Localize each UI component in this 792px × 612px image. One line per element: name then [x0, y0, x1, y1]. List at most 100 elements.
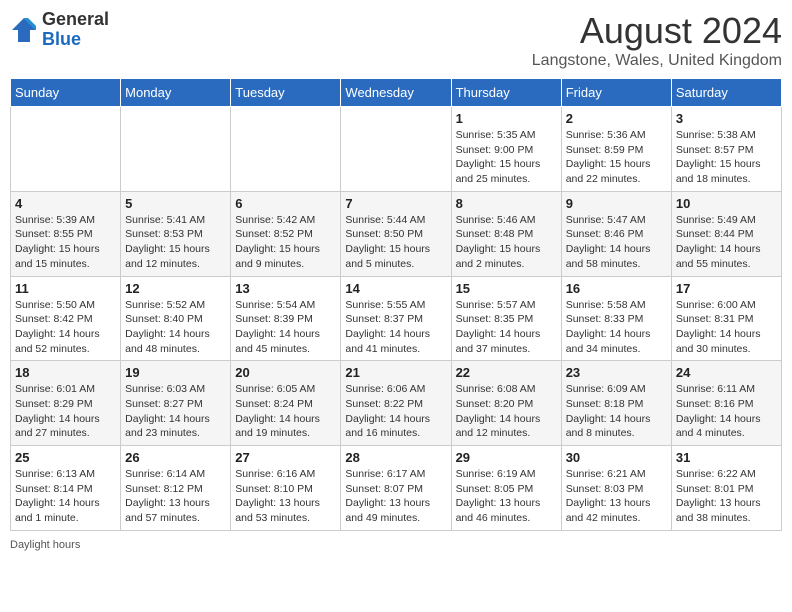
title-area: August 2024 Langstone, Wales, United Kin… — [532, 10, 782, 70]
calendar-cell-empty-0-1 — [121, 107, 231, 192]
week-row-0: 1 Sunrise: 5:35 AM Sunset: 9:00 PM Daylig… — [11, 107, 782, 192]
day-info-16: Sunrise: 5:58 AM Sunset: 8:33 PM Dayligh… — [566, 298, 667, 357]
day-info-15: Sunrise: 5:57 AM Sunset: 8:35 PM Dayligh… — [456, 298, 557, 357]
day-number-5: 5 — [125, 196, 226, 211]
day-info-6: Sunrise: 5:42 AM Sunset: 8:52 PM Dayligh… — [235, 213, 336, 272]
logo-general-text: General — [42, 9, 109, 29]
logo: General Blue — [10, 10, 109, 50]
day-number-23: 23 — [566, 365, 667, 380]
day-number-10: 10 — [676, 196, 777, 211]
day-info-11: Sunrise: 5:50 AM Sunset: 8:42 PM Dayligh… — [15, 298, 116, 357]
calendar-cell-20: 20 Sunrise: 6:05 AM Sunset: 8:24 PM Dayli… — [231, 361, 341, 446]
day-number-2: 2 — [566, 111, 667, 126]
weekday-header-saturday: Saturday — [671, 79, 781, 107]
calendar-cell-4: 4Sunrise: 5:39 AM Sunset: 8:55 PM Daylig… — [11, 191, 121, 276]
day-info-25: Sunrise: 6:13 AM Sunset: 8:14 PM Dayligh… — [15, 467, 116, 526]
day-number-25: 25 — [15, 450, 116, 465]
calendar-cell-1: 1 Sunrise: 5:35 AM Sunset: 9:00 PM Daylig… — [451, 107, 561, 192]
day-number-17: 17 — [676, 281, 777, 296]
calendar-cell-31: 31Sunrise: 6:22 AM Sunset: 8:01 PM Dayli… — [671, 446, 781, 531]
main-title: August 2024 — [532, 10, 782, 52]
day-info-2: Sunrise: 5:36 AM Sunset: 8:59 PM Dayligh… — [566, 128, 667, 187]
header: General Blue August 2024 Langstone, Wale… — [10, 10, 782, 70]
day-number-18: 18 — [15, 365, 116, 380]
weekday-header-row: SundayMondayTuesdayWednesdayThursdayFrid… — [11, 79, 782, 107]
calendar-cell-9: 9Sunrise: 5:47 AM Sunset: 8:46 PM Daylig… — [561, 191, 671, 276]
calendar-cell-19: 19Sunrise: 6:03 AM Sunset: 8:27 PM Dayli… — [121, 361, 231, 446]
calendar-cell-15: 15 Sunrise: 5:57 AM Sunset: 8:35 PM Dayli… — [451, 276, 561, 361]
calendar-cell-30: 30Sunrise: 6:21 AM Sunset: 8:03 PM Dayli… — [561, 446, 671, 531]
day-number-20: 20 — [235, 365, 336, 380]
daylight-label: Daylight hours — [10, 539, 80, 551]
calendar-cell-3: 3Sunrise: 5:38 AM Sunset: 8:57 PM Daylig… — [671, 107, 781, 192]
calendar-cell-13: 13 Sunrise: 5:54 AM Sunset: 8:39 PM Dayli… — [231, 276, 341, 361]
day-number-1: 1 — [456, 111, 557, 126]
day-info-13: Sunrise: 5:54 AM Sunset: 8:39 PM Dayligh… — [235, 298, 336, 357]
weekday-header-tuesday: Tuesday — [231, 79, 341, 107]
weekday-header-friday: Friday — [561, 79, 671, 107]
day-number-11: 11 — [15, 281, 116, 296]
calendar-cell-26: 26Sunrise: 6:14 AM Sunset: 8:12 PM Dayli… — [121, 446, 231, 531]
day-number-7: 7 — [345, 196, 446, 211]
logo-icon — [10, 16, 38, 44]
day-number-4: 4 — [15, 196, 116, 211]
day-number-13: 13 — [235, 281, 336, 296]
day-number-8: 8 — [456, 196, 557, 211]
calendar-cell-27: 27 Sunrise: 6:16 AM Sunset: 8:10 PM Dayli… — [231, 446, 341, 531]
day-info-5: Sunrise: 5:41 AM Sunset: 8:53 PM Dayligh… — [125, 213, 226, 272]
calendar-cell-2: 2 Sunrise: 5:36 AM Sunset: 8:59 PM Daylig… — [561, 107, 671, 192]
day-info-30: Sunrise: 6:21 AM Sunset: 8:03 PM Dayligh… — [566, 467, 667, 526]
day-number-22: 22 — [456, 365, 557, 380]
weekday-header-monday: Monday — [121, 79, 231, 107]
calendar-cell-21: 21 Sunrise: 6:06 AM Sunset: 8:22 PM Dayli… — [341, 361, 451, 446]
day-info-27: Sunrise: 6:16 AM Sunset: 8:10 PM Dayligh… — [235, 467, 336, 526]
calendar-cell-12: 12 Sunrise: 5:52 AM Sunset: 8:40 PM Dayli… — [121, 276, 231, 361]
day-info-12: Sunrise: 5:52 AM Sunset: 8:40 PM Dayligh… — [125, 298, 226, 357]
day-number-26: 26 — [125, 450, 226, 465]
weekday-header-sunday: Sunday — [11, 79, 121, 107]
calendar-cell-22: 22 Sunrise: 6:08 AM Sunset: 8:20 PM Dayli… — [451, 361, 561, 446]
calendar-cell-empty-0-3 — [341, 107, 451, 192]
calendar-cell-29: 29 Sunrise: 6:19 AM Sunset: 8:05 PM Dayli… — [451, 446, 561, 531]
day-info-17: Sunrise: 6:00 AM Sunset: 8:31 PM Dayligh… — [676, 298, 777, 357]
logo-blue-text: Blue — [42, 29, 81, 49]
calendar-cell-11: 11 Sunrise: 5:50 AM Sunset: 8:42 PM Dayli… — [11, 276, 121, 361]
day-info-1: Sunrise: 5:35 AM Sunset: 9:00 PM Dayligh… — [456, 128, 557, 187]
day-number-16: 16 — [566, 281, 667, 296]
day-number-31: 31 — [676, 450, 777, 465]
day-number-27: 27 — [235, 450, 336, 465]
day-info-24: Sunrise: 6:11 AM Sunset: 8:16 PM Dayligh… — [676, 382, 777, 441]
calendar-cell-5: 5 Sunrise: 5:41 AM Sunset: 8:53 PM Daylig… — [121, 191, 231, 276]
day-number-12: 12 — [125, 281, 226, 296]
calendar-cell-24: 24 Sunrise: 6:11 AM Sunset: 8:16 PM Dayli… — [671, 361, 781, 446]
calendar-cell-18: 18Sunrise: 6:01 AM Sunset: 8:29 PM Dayli… — [11, 361, 121, 446]
day-number-21: 21 — [345, 365, 446, 380]
week-row-3: 18Sunrise: 6:01 AM Sunset: 8:29 PM Dayli… — [11, 361, 782, 446]
day-info-29: Sunrise: 6:19 AM Sunset: 8:05 PM Dayligh… — [456, 467, 557, 526]
day-number-28: 28 — [345, 450, 446, 465]
day-number-14: 14 — [345, 281, 446, 296]
day-number-29: 29 — [456, 450, 557, 465]
week-row-4: 25 Sunrise: 6:13 AM Sunset: 8:14 PM Dayli… — [11, 446, 782, 531]
day-info-23: Sunrise: 6:09 AM Sunset: 8:18 PM Dayligh… — [566, 382, 667, 441]
calendar-cell-empty-0-2 — [231, 107, 341, 192]
calendar-table: SundayMondayTuesdayWednesdayThursdayFrid… — [10, 78, 782, 531]
subtitle: Langstone, Wales, United Kingdom — [532, 52, 782, 70]
calendar-cell-7: 7 Sunrise: 5:44 AM Sunset: 8:50 PM Daylig… — [341, 191, 451, 276]
day-number-15: 15 — [456, 281, 557, 296]
day-number-19: 19 — [125, 365, 226, 380]
day-info-9: Sunrise: 5:47 AM Sunset: 8:46 PM Dayligh… — [566, 213, 667, 272]
day-info-14: Sunrise: 5:55 AM Sunset: 8:37 PM Dayligh… — [345, 298, 446, 357]
day-number-24: 24 — [676, 365, 777, 380]
weekday-header-wednesday: Wednesday — [341, 79, 451, 107]
day-info-10: Sunrise: 5:49 AM Sunset: 8:44 PM Dayligh… — [676, 213, 777, 272]
calendar-cell-10: 10 Sunrise: 5:49 AM Sunset: 8:44 PM Dayli… — [671, 191, 781, 276]
day-info-22: Sunrise: 6:08 AM Sunset: 8:20 PM Dayligh… — [456, 382, 557, 441]
day-info-8: Sunrise: 5:46 AM Sunset: 8:48 PM Dayligh… — [456, 213, 557, 272]
calendar-cell-25: 25 Sunrise: 6:13 AM Sunset: 8:14 PM Dayli… — [11, 446, 121, 531]
week-row-1: 4Sunrise: 5:39 AM Sunset: 8:55 PM Daylig… — [11, 191, 782, 276]
day-info-21: Sunrise: 6:06 AM Sunset: 8:22 PM Dayligh… — [345, 382, 446, 441]
day-info-20: Sunrise: 6:05 AM Sunset: 8:24 PM Dayligh… — [235, 382, 336, 441]
weekday-header-thursday: Thursday — [451, 79, 561, 107]
day-info-7: Sunrise: 5:44 AM Sunset: 8:50 PM Dayligh… — [345, 213, 446, 272]
